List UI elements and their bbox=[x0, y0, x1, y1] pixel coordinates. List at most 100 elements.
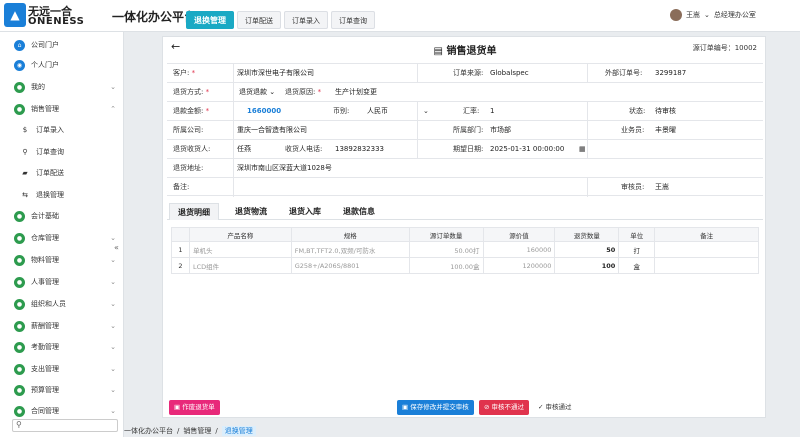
table-row: 1 单机头 FM,BT,TFT2.0,双频/可防水 50.00打 160000 … bbox=[171, 241, 759, 258]
rate-value[interactable]: 1 bbox=[490, 102, 494, 121]
return-qty-input[interactable]: 50 bbox=[554, 241, 620, 258]
refund-amount-value[interactable]: 1660000 bbox=[247, 102, 281, 121]
remark-cell[interactable] bbox=[654, 241, 759, 258]
hr-icon: ● bbox=[14, 276, 25, 288]
dollar-icon: $ bbox=[22, 126, 28, 134]
detail-tabs: 退货明细 退货物流 退货入库 退款信息 bbox=[167, 203, 763, 220]
sidebar-item-org[interactable]: ● 组织和人员 ⌄ bbox=[0, 295, 124, 313]
col-remark: 备注 bbox=[654, 227, 759, 242]
chevron-down-icon: ⌄ bbox=[110, 256, 116, 264]
collapse-sidebar-icon[interactable]: « bbox=[114, 243, 119, 252]
save-submit-button[interactable]: ▣ 保存修改并提交审核 bbox=[397, 400, 474, 415]
search-icon: ⚲ bbox=[16, 420, 22, 429]
external-order-value[interactable]: 3299187 bbox=[655, 64, 686, 83]
form-row-address: 退货地址: 深圳市南山区深蓝大道1028号 bbox=[167, 158, 763, 178]
sidebar-item-budget[interactable]: ● 预算管理 ⌄ bbox=[0, 381, 124, 399]
expected-date-input[interactable]: 2025-01-31 00:00:00 bbox=[490, 140, 564, 159]
salary-icon: ● bbox=[14, 320, 25, 332]
sidebar-item-material[interactable]: ● 物料管理 ⌄ bbox=[0, 251, 124, 269]
calendar-icon[interactable]: ▦ bbox=[579, 140, 586, 159]
return-qty-input[interactable]: 100 bbox=[554, 257, 620, 274]
breadcrumb-sales[interactable]: 销售管理 bbox=[183, 426, 211, 436]
sidebar-item-mine[interactable]: ● 我的 ⌄ bbox=[0, 78, 124, 96]
tab-order-entry[interactable]: 订单录入 bbox=[284, 11, 328, 29]
warehouse-icon: ● bbox=[14, 232, 25, 244]
sidebar-item-attendance[interactable]: ● 考勤管理 ⌄ bbox=[0, 338, 124, 356]
sidebar-subitem-order-delivery[interactable]: ▰ 订单配送 bbox=[20, 165, 64, 181]
address-value[interactable]: 深圳市南山区深蓝大道1028号 bbox=[237, 159, 332, 178]
sidebar-item-sales[interactable]: ● 销售管理 ⌃ bbox=[0, 100, 124, 118]
sidebar-item-hr[interactable]: ● 人事管理 ⌄ bbox=[0, 273, 124, 291]
currency-select[interactable]: 人民币 bbox=[367, 102, 388, 121]
brand-sub: ONENESS bbox=[28, 16, 85, 27]
top-tabs: 退换管理 订单配送 订单录入 订单查询 bbox=[186, 11, 375, 29]
return-method-select[interactable]: 退货退款 ⌄ bbox=[239, 83, 275, 102]
reject-button[interactable]: ⊘ 审核不通过 bbox=[479, 400, 530, 415]
table-row: 2 LCD组件 G258+/A206S/8801 100.00盒 1200000… bbox=[171, 257, 759, 274]
truck-icon: ▰ bbox=[22, 169, 28, 177]
page-title: ▤ 销售退货单 bbox=[433, 46, 497, 57]
avatar bbox=[670, 9, 682, 21]
reject-icon: ⊘ bbox=[484, 403, 492, 411]
sidebar-item-warehouse[interactable]: ● 仓库管理 ⌄ bbox=[0, 229, 124, 247]
chevron-down-icon: ⌄ bbox=[110, 365, 116, 373]
receiver-phone-value[interactable]: 13892832333 bbox=[335, 140, 384, 159]
sidebar-item-accounting[interactable]: ● 会计基础 bbox=[0, 207, 124, 225]
tab-refund-info[interactable]: 退款信息 bbox=[335, 203, 383, 220]
save-icon: ▣ bbox=[402, 403, 411, 411]
trash-icon: ▣ bbox=[174, 403, 183, 411]
remark-input[interactable] bbox=[237, 178, 587, 197]
breadcrumb-home[interactable]: 一体化办公平台 bbox=[124, 426, 173, 436]
customer-value[interactable]: 深圳市深世电子有限公司 bbox=[237, 64, 314, 83]
remark-cell[interactable] bbox=[654, 257, 759, 274]
accounting-icon: ● bbox=[14, 210, 25, 222]
tab-return-storage[interactable]: 退货入库 bbox=[281, 203, 329, 220]
order-source-value[interactable]: Globalspec bbox=[490, 64, 529, 83]
sidebar-item-company-portal[interactable]: ⌂ 公司门户 bbox=[0, 36, 124, 54]
sidebar-item-contract[interactable]: ● 合同管理 ⌄ bbox=[0, 402, 124, 420]
department-value[interactable]: 市场部 bbox=[490, 121, 511, 140]
user-menu[interactable]: 王嵩 ⌄ 总经理办公室 bbox=[670, 9, 756, 21]
form-row-customer: 客户: * 深圳市深世电子有限公司 订单来源: Globalspec 外部订单号… bbox=[167, 63, 763, 83]
form-row-company: 所属公司: 重庆一合智造有限公司 所属部门: 市场部 业务员: 丰景曜 bbox=[167, 120, 763, 140]
sidebar-subitem-order-entry[interactable]: $ 订单录入 bbox=[20, 122, 64, 138]
document-icon: ▤ bbox=[433, 46, 447, 57]
receiver-value[interactable]: 任燕 bbox=[237, 140, 251, 159]
top-bar: ▲ 无远一合 ONENESS 一体化办公平台 退换管理 订单配送 订单录入 订单… bbox=[0, 0, 800, 32]
user-dept: 总经理办公室 bbox=[713, 11, 756, 19]
source-order-number: 源订单编号：10002 bbox=[692, 44, 757, 52]
salesman-value[interactable]: 丰景曜 bbox=[655, 121, 676, 140]
contract-icon: ● bbox=[14, 405, 25, 417]
breadcrumb-current: 退换管理 bbox=[221, 426, 256, 436]
sidebar-item-personal-portal[interactable]: ◉ 个人门户 bbox=[0, 56, 124, 74]
search-icon: ⚲ bbox=[22, 148, 28, 156]
tab-return-details[interactable]: 退货明细 bbox=[169, 203, 219, 220]
return-details-table: 产品名称 规格 源订单数量 源价值 退货数量 单位 备注 1 单机头 FM,BT… bbox=[171, 227, 759, 274]
tab-order-query[interactable]: 订单查询 bbox=[331, 11, 375, 29]
chevron-down-icon: ⌄ bbox=[110, 322, 116, 330]
tab-order-delivery[interactable]: 订单配送 bbox=[237, 11, 281, 29]
auditor-value: 王嵩 bbox=[655, 183, 669, 191]
form-row-refund: 退款金额: * 1660000 币别: 人民币 ⌄ 汇率: 1 状态: 待审核 bbox=[167, 101, 763, 121]
sidebar-search-input[interactable]: ⚲ bbox=[12, 419, 118, 432]
tab-return-management[interactable]: 退换管理 bbox=[186, 11, 234, 29]
col-product-name: 产品名称 bbox=[188, 227, 292, 242]
approve-button[interactable]: ✓ 审核通过 bbox=[533, 400, 577, 415]
tab-return-logistics[interactable]: 退货物流 bbox=[227, 203, 275, 220]
chevron-down-icon: ⌄ bbox=[110, 234, 116, 242]
col-spec: 规格 bbox=[290, 227, 410, 242]
return-reason-value[interactable]: 生产计划变更 bbox=[335, 83, 377, 102]
sidebar-item-expense[interactable]: ● 支出管理 ⌄ bbox=[0, 360, 124, 378]
sidebar-subitem-order-query[interactable]: ⚲ 订单查询 bbox=[20, 144, 64, 160]
chevron-down-icon: ⌄ bbox=[110, 407, 116, 415]
sidebar-item-salary[interactable]: ● 薪酬管理 ⌄ bbox=[0, 317, 124, 335]
portal-icon: ⌂ bbox=[14, 39, 25, 51]
col-src-qty: 源订单数量 bbox=[408, 227, 484, 242]
sales-icon: ● bbox=[14, 103, 25, 115]
sidebar-subitem-return-management[interactable]: ⇆ 退换管理 bbox=[20, 187, 64, 203]
exchange-icon: ⇆ bbox=[22, 191, 28, 199]
void-return-button[interactable]: ▣ 作废退货单 bbox=[169, 400, 220, 415]
col-return-qty: 退货数量 bbox=[554, 227, 620, 242]
chevron-down-icon: ⌄ bbox=[704, 11, 710, 19]
company-value[interactable]: 重庆一合智造有限公司 bbox=[237, 121, 307, 140]
